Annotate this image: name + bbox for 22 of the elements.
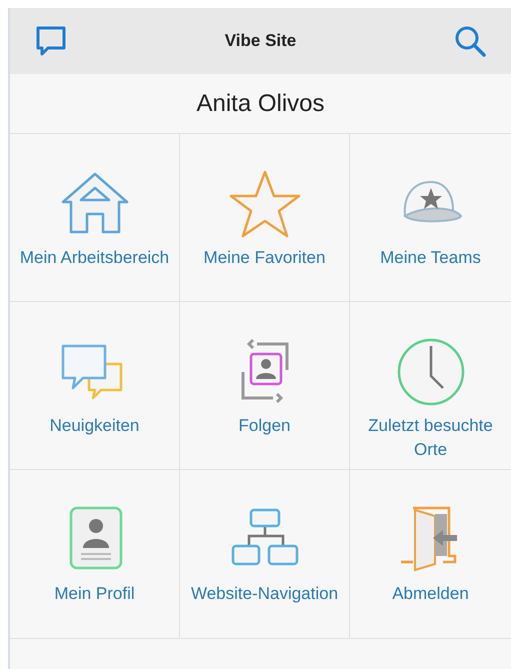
tile-label: Meine Teams [380, 247, 481, 269]
tile-label: Mein Profil [54, 583, 135, 605]
menu-tile[interactable]: Zuletzt besuchte Orte [350, 302, 511, 470]
chat-icon[interactable] [34, 24, 68, 58]
menu-tile[interactable]: Meine Teams [350, 134, 511, 302]
menu-tile[interactable]: Folgen [180, 302, 350, 470]
menu-tile[interactable]: Mein Profil [10, 470, 180, 638]
user-name: Anita Olivos [196, 88, 325, 118]
menu-tile[interactable]: Website-Navigation [180, 470, 350, 638]
tile-label: Zuletzt besuchte Orte [367, 415, 494, 461]
menu-tile[interactable]: Abmelden [350, 470, 511, 638]
site-title: Vibe Site [224, 30, 296, 52]
tile-label: Neuigkeiten [50, 415, 140, 437]
menu-tile[interactable]: Neuigkeiten [10, 302, 180, 470]
search-icon[interactable] [453, 24, 487, 58]
tile-label: Mein Arbeitsbereich [20, 247, 170, 269]
menu-tile[interactable]: Mein Arbeitsbereich [10, 134, 180, 302]
tile-label: Folgen [238, 415, 290, 437]
menu-tile[interactable]: Meine Favoriten [180, 134, 350, 302]
tile-label: Website-Navigation [190, 583, 338, 605]
tile-label: Meine Favoriten [204, 247, 326, 269]
tile-label: Abmelden [392, 583, 469, 605]
